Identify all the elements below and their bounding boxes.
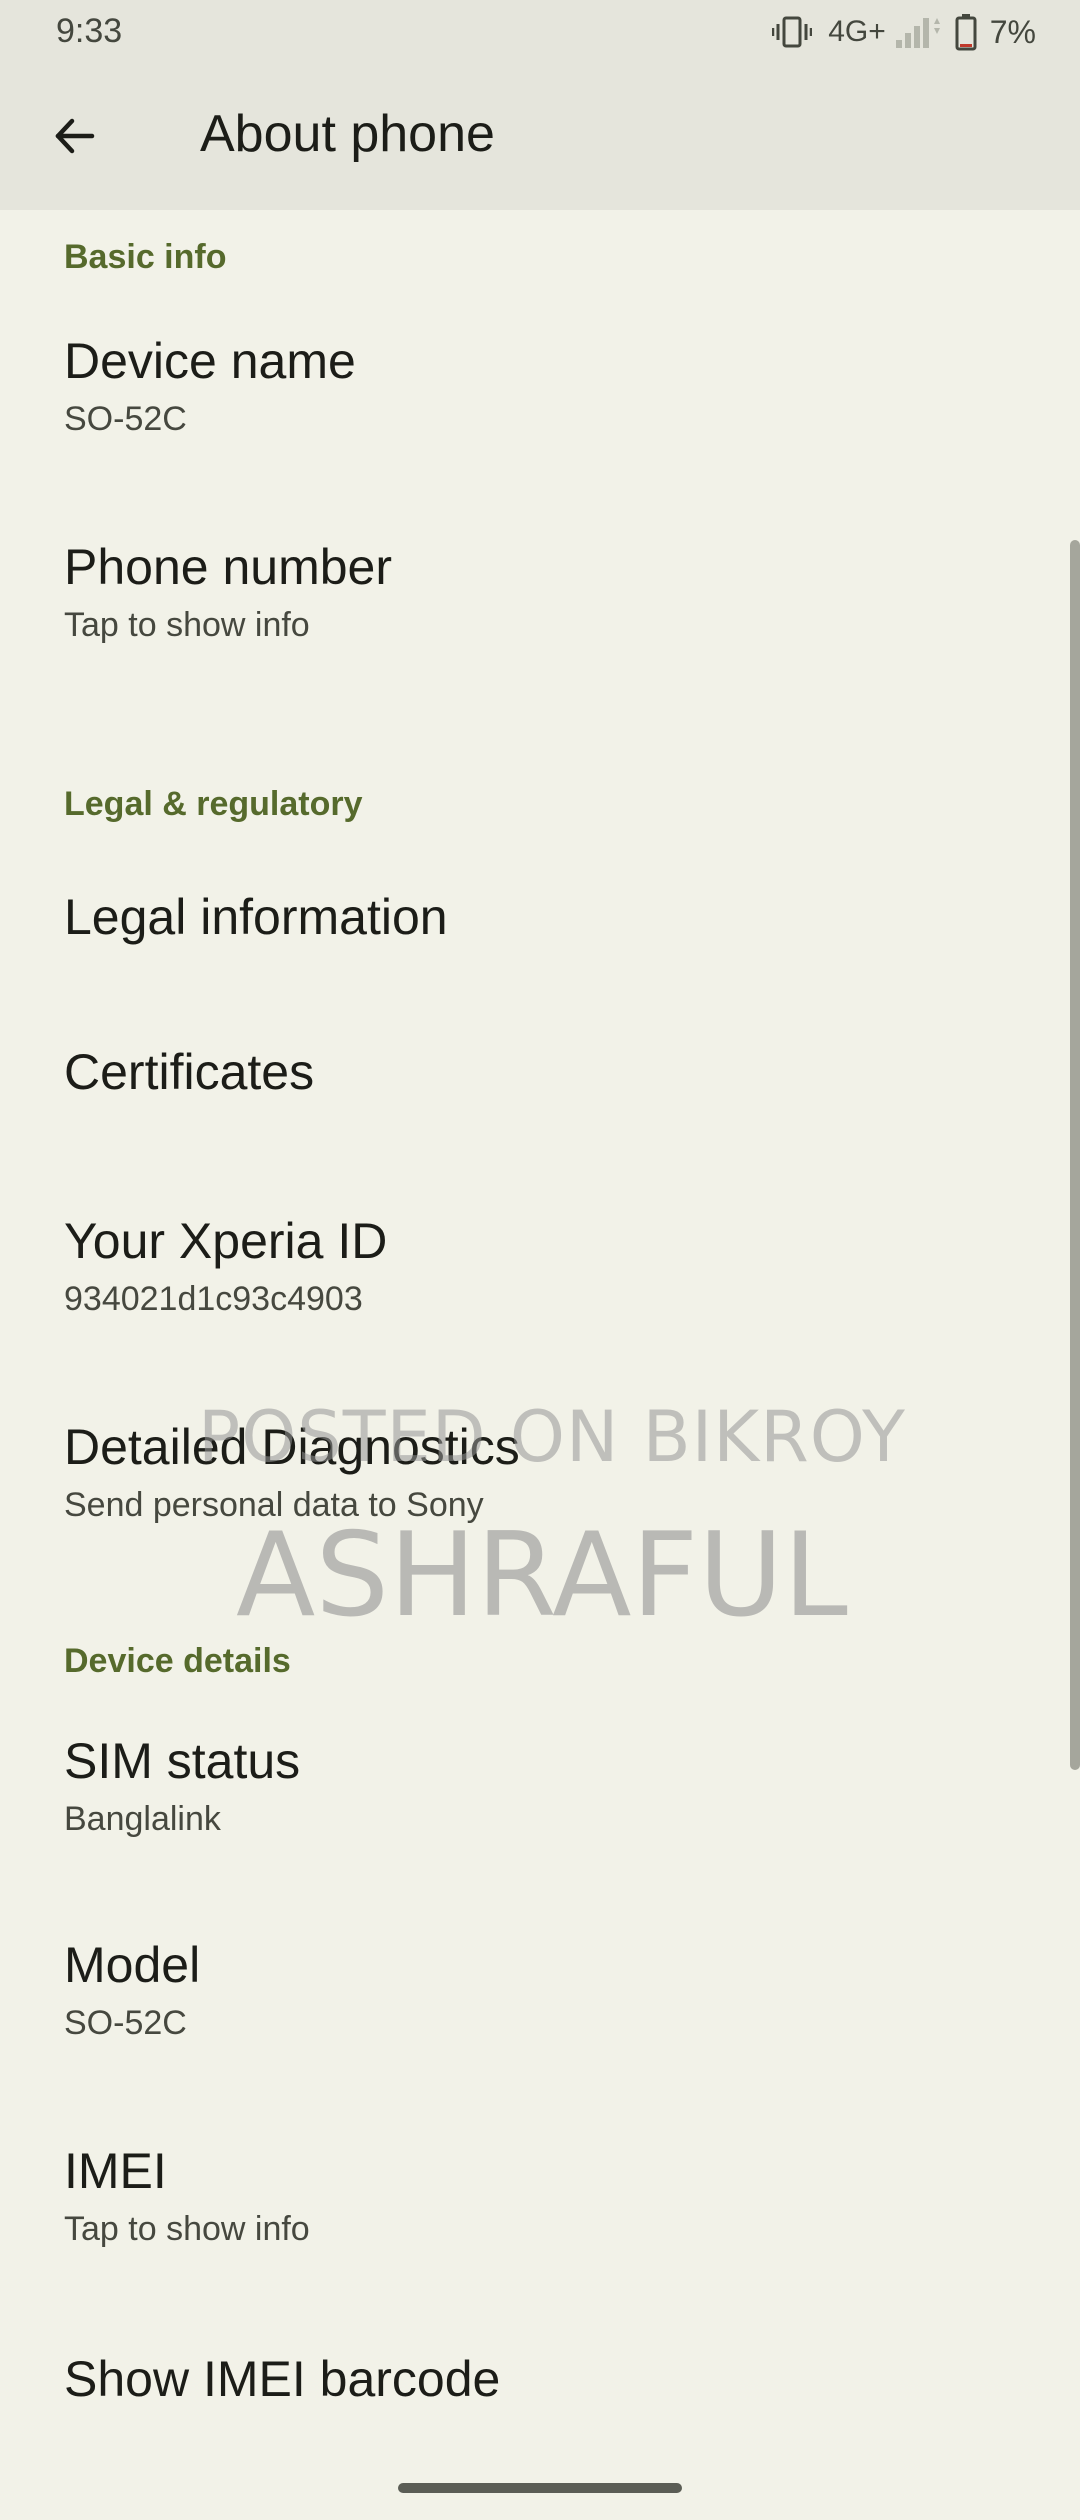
pref-title: Phone number	[64, 539, 393, 595]
pref-title: Model	[64, 1937, 201, 1993]
pref-sim-status[interactable]: SIM status Banglalink	[0, 1710, 1080, 1880]
pref-xperia-id[interactable]: Your Xperia ID 934021d1c93c4903	[0, 1192, 1080, 1362]
page-title: About phone	[200, 105, 495, 163]
battery-icon	[954, 13, 978, 51]
pref-title: Certificates	[64, 1044, 315, 1100]
pref-summary: Tap to show info	[64, 606, 310, 644]
pref-summary: Tap to show info	[64, 2210, 310, 2248]
pref-title: Legal information	[64, 889, 448, 945]
signal-icon	[894, 14, 946, 50]
pref-title: Device name	[64, 333, 356, 389]
status-time: 9:33	[56, 12, 123, 50]
pref-title: IMEI	[64, 2143, 167, 2199]
scrollbar[interactable]	[1070, 540, 1080, 1770]
pref-legal-information[interactable]: Legal information	[0, 850, 1080, 1000]
about-phone-screen: 9:33 4G+ 7% About phone Basic info Devic…	[0, 0, 1080, 2520]
pref-imei[interactable]: IMEI Tap to show info	[0, 2122, 1080, 2292]
pref-phone-number[interactable]: Phone number Tap to show info	[0, 516, 1080, 676]
pref-summary: SO-52C	[64, 2004, 187, 2042]
pref-summary: 934021d1c93c4903	[64, 1280, 363, 1318]
section-header-legal: Legal & regulatory	[64, 785, 363, 823]
pref-title: Your Xperia ID	[64, 1213, 388, 1269]
pref-device-name[interactable]: Device name SO-52C	[0, 310, 1080, 470]
pref-model[interactable]: Model SO-52C	[0, 1916, 1080, 2086]
gesture-nav-handle[interactable]	[398, 2483, 682, 2493]
pref-summary: SO-52C	[64, 400, 187, 438]
watermark-name: ASHRAFUL	[236, 1508, 848, 1643]
arrow-back-icon	[50, 112, 98, 165]
battery-percent: 7%	[989, 13, 1036, 50]
back-button[interactable]	[34, 98, 114, 178]
vibrate-icon	[772, 15, 813, 49]
pref-certificates[interactable]: Certificates	[0, 1005, 1080, 1155]
pref-title: Show IMEI barcode	[64, 2351, 501, 2407]
watermark-posted-on: POSTED ON BIKROY	[198, 1396, 906, 1478]
pref-title: SIM status	[64, 1733, 301, 1789]
section-header-device-details: Device details	[64, 1642, 291, 1680]
section-header-basic-info: Basic info	[64, 238, 227, 276]
app-bar: About phone	[0, 66, 1080, 210]
pref-summary: Banglalink	[64, 1800, 221, 1838]
settings-list[interactable]: Basic info Device name SO-52C Phone numb…	[0, 210, 1080, 2520]
network-type: 4G+	[828, 15, 886, 48]
pref-show-imei-barcode[interactable]: Show IMEI barcode	[0, 2328, 1080, 2478]
status-icons: 4G+ 7%	[772, 10, 1036, 54]
status-bar: 9:33 4G+ 7%	[0, 0, 1080, 66]
